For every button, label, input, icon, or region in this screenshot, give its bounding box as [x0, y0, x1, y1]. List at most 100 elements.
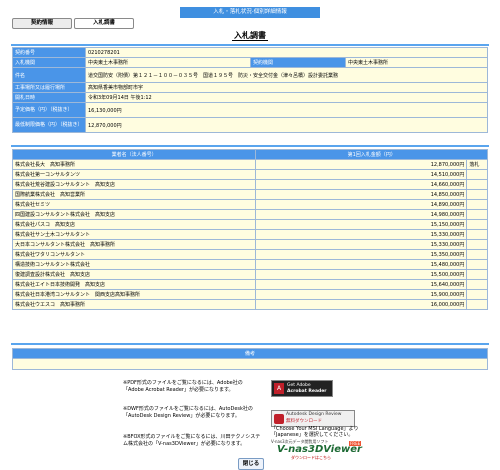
bid-row: 株式会社セミツ 14,890,000円: [11, 199, 488, 210]
bid-row: 復建調査設計株式会社 高知支店 15,500,000円: [11, 269, 488, 280]
adobe-reader-download-link[interactable]: A Get Adobe Acrobat Reader: [271, 380, 333, 397]
tab-bar: 契約情報 入札調書: [12, 18, 134, 29]
bid-amount: 15,900,000円: [255, 289, 468, 300]
bidder-name: 大日本コンサルタント株式会社 高知事務所: [11, 239, 257, 250]
bid-result: [466, 269, 488, 280]
bid-amount: 15,350,000円: [255, 249, 468, 260]
page-title: 入札調書: [0, 30, 500, 41]
bid-amount: 15,150,000円: [255, 219, 468, 230]
bidder-name: 株式会社第一コンサルタンツ: [11, 169, 257, 180]
bidder-name: 株式会社パスコ 高知支店: [11, 219, 257, 230]
info-label: 最低制限価格（円）（税抜き）: [12, 117, 86, 133]
bid-amount: 14,980,000円: [255, 209, 468, 220]
bid-result: [466, 259, 488, 270]
pdf-note: ※PDF形式のファイルをご覧になるには、Adobe社の「Adobe Acroba…: [123, 380, 383, 406]
divider: [11, 343, 489, 345]
info-value: 令和3年09月14日 午後1:12: [85, 92, 488, 103]
close-button[interactable]: 閉じる: [238, 458, 264, 470]
bid-row: 国際航業株式会社 高知営業所 14,850,000円: [11, 189, 488, 200]
vnas-free-badge: FREE: [349, 441, 362, 446]
info-row-contract-no: 契約番号 0210278201: [12, 47, 488, 58]
bidder-name: 国際航業株式会社 高知営業所: [11, 189, 257, 200]
bid-row: 株式会社エイト日本技術開発 高知支店 15,640,000円: [11, 279, 488, 290]
page-banner: 入札・落札状況-個別詳細情報: [180, 7, 320, 18]
info-value: 0210278201: [85, 47, 488, 58]
bid-header-row: 業者名（法人番号） 第1回入札金額（円）: [11, 149, 488, 160]
bid-row: 構造技術コンサルタント株式会社 15,480,000円: [11, 259, 488, 270]
bid-result: [466, 179, 488, 190]
dwf-note: ※DWF形式のファイルをご覧になるには、AutoDesk社の「AutoDesk …: [123, 406, 383, 438]
design-review-download-link[interactable]: Autodesk Design Review 無料ダウンロード: [271, 410, 355, 427]
bidder-name: 復建調査設計株式会社 高知支店: [11, 269, 257, 280]
bid-row: 株式会社サン土木コンサルタント 15,330,000円: [11, 229, 488, 240]
bid-amount: 14,660,000円: [255, 179, 468, 190]
bid-row: 株式会社日本港湾コンサルタント 関西支店高知事務所 15,900,000円: [11, 289, 488, 300]
bid-result: [466, 229, 488, 240]
bid-result: [466, 209, 488, 220]
info-label: 件名: [12, 67, 86, 83]
bid-row: 株式会社長大 高知事務所 12,870,000円 落札: [11, 159, 488, 170]
info-table: 契約番号 0210278201 入札機関 中央東土木事務所 契約機関 中央東土木…: [12, 47, 488, 133]
bid-amount: 14,850,000円: [255, 189, 468, 200]
bid-result: [466, 219, 488, 230]
adobe-badge-line1: Get Adobe: [287, 383, 311, 388]
bid-amount: 14,510,000円: [255, 169, 468, 180]
bid-row: 大日本コンサルタント株式会社 高知事務所 15,330,000円: [11, 239, 488, 250]
bidder-name: 株式会社サン土木コンサルタント: [11, 229, 257, 240]
bidder-name: 株式会社長大 高知事務所: [11, 159, 257, 170]
bid-header-amount: 第1回入札金額（円）: [255, 149, 488, 160]
bid-amount: 15,330,000円: [255, 229, 468, 240]
notes-header: 備考: [12, 348, 488, 359]
bid-result: 落札: [466, 159, 488, 170]
notes-value: [12, 358, 488, 370]
info-label: 契約機関: [250, 57, 346, 68]
bid-row: 株式会社ウエスコ 高知事務所 16,000,000円: [11, 299, 488, 310]
info-value: 道交国防安（附債）第１２１－１００－０３５号 国道１９５号 防災・安全交付金（津…: [85, 67, 488, 83]
info-label: 契約番号: [12, 47, 86, 58]
info-value: 高知県香美市物部町市宇: [85, 82, 488, 93]
bid-amount: 15,640,000円: [255, 279, 468, 290]
bid-result: [466, 289, 488, 300]
pdf-note-text: ※PDF形式のファイルをご覧になるには、Adobe社の「Adobe Acroba…: [123, 380, 243, 393]
bid-amount: 12,870,000円: [255, 159, 468, 170]
vnas-viewer-download-link[interactable]: V-nas3次元データ閲覧用ソフト V-nas3DViewer FREE ダウン…: [271, 439, 371, 460]
bid-result: [466, 239, 488, 250]
autodesk-icon: [274, 414, 284, 424]
bid-result: [466, 189, 488, 200]
info-row-subject: 件名 道交国防安（附債）第１２１－１００－０３５号 国道１９５号 防災・安全交付…: [12, 67, 488, 83]
bidder-name: 四国建設コンサルタント株式会社 高知支店: [11, 209, 257, 220]
bidder-name: 構造技術コンサルタント株式会社: [11, 259, 257, 270]
info-label: 予定価格（円）（税抜き）: [12, 102, 86, 118]
tab-bid-record[interactable]: 入札調書: [74, 18, 134, 29]
info-value: 16,130,000円: [85, 102, 488, 118]
bid-row: 株式会社荒谷建設コンサルタント 高知支店 14,660,000円: [11, 179, 488, 190]
info-row-planned-price: 予定価格（円）（税抜き） 16,130,000円: [12, 102, 488, 118]
info-label: 開札日時: [12, 92, 86, 103]
info-value: 中央東土木事務所: [85, 57, 251, 68]
info-label: 入札機関: [12, 57, 86, 68]
adobe-icon: A: [274, 383, 284, 394]
bid-row: 四国建設コンサルタント株式会社 高知支店 14,980,000円: [11, 209, 488, 220]
info-label: 工事場所又は履行場所: [12, 82, 86, 93]
bid-row: 株式会社第一コンサルタンツ 14,510,000円: [11, 169, 488, 180]
bidder-name: 株式会社ウエスコ 高知事務所: [11, 299, 257, 310]
viewer-notes: ※PDF形式のファイルをご覧になるには、Adobe社の「Adobe Acroba…: [123, 380, 383, 460]
bfox-note: ※BFOX形式のファイルをご覧になるには、川田テクノシステム株式会社の「V-na…: [123, 434, 383, 460]
bid-amount: 16,000,000円: [255, 299, 468, 310]
bid-result: [466, 169, 488, 180]
adobe-badge-line2: Acrobat Reader: [287, 389, 327, 394]
tab-contract-info[interactable]: 契約情報: [12, 18, 72, 29]
info-row-min-price: 最低制限価格（円）（税抜き） 12,870,000円: [12, 117, 488, 133]
bid-amount: 14,890,000円: [255, 199, 468, 210]
design-review-badge-line2: 無料ダウンロード: [286, 419, 322, 424]
info-value: 中央東土木事務所: [345, 57, 488, 68]
bid-result: [466, 249, 488, 260]
dwf-note-text: ※DWF形式のファイルをご覧になるには、AutoDesk社の「AutoDesk …: [123, 406, 253, 419]
bid-row: 株式会社パスコ 高知支店 15,150,000円: [11, 219, 488, 230]
bidder-name: 株式会社セミツ: [11, 199, 257, 210]
bid-amount: 15,330,000円: [255, 239, 468, 250]
bid-amount: 15,500,000円: [255, 269, 468, 280]
bid-table: 業者名（法人番号） 第1回入札金額（円） 株式会社長大 高知事務所 12,870,…: [11, 149, 488, 310]
bid-result: [466, 199, 488, 210]
divider: [11, 145, 489, 147]
